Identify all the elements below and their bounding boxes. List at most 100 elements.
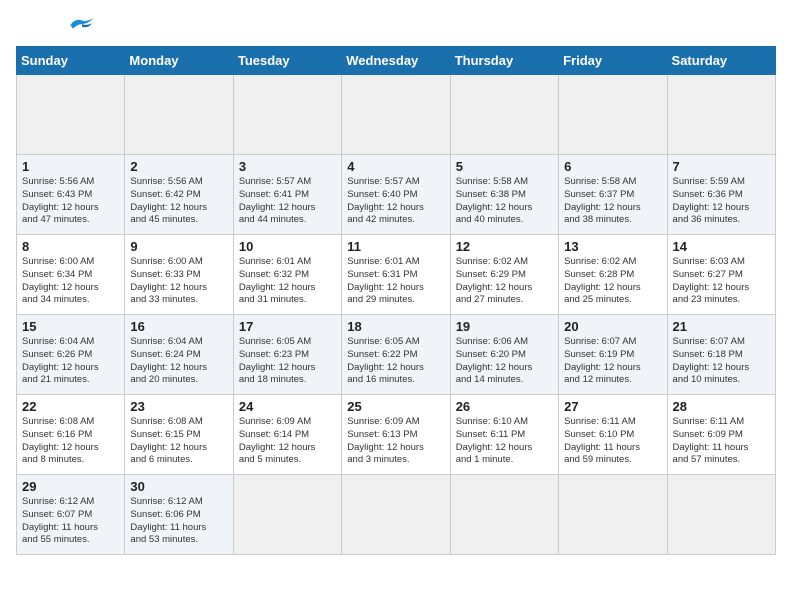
day-number: 30 xyxy=(130,479,227,494)
day-info: Sunrise: 6:04 AM Sunset: 6:24 PM Dayligh… xyxy=(130,336,227,387)
calendar-cell: 5 Sunrise: 5:58 AM Sunset: 6:38 PM Daylig… xyxy=(450,155,558,235)
logo-bird-icon xyxy=(68,16,96,34)
calendar-cell: 7 Sunrise: 5:59 AM Sunset: 6:36 PM Daylig… xyxy=(667,155,775,235)
day-number: 6 xyxy=(564,159,661,174)
day-number: 11 xyxy=(347,239,444,254)
day-number: 21 xyxy=(673,319,770,334)
calendar-cell xyxy=(559,75,667,155)
day-number: 28 xyxy=(673,399,770,414)
weekday-header-wednesday: Wednesday xyxy=(342,47,450,75)
calendar-cell xyxy=(342,475,450,555)
calendar-cell xyxy=(667,75,775,155)
calendar-cell xyxy=(667,475,775,555)
calendar-cell: 15Sunrise: 6:04 AM Sunset: 6:26 PM Dayli… xyxy=(17,315,125,395)
day-info: Sunrise: 5:58 AM Sunset: 6:37 PM Dayligh… xyxy=(564,176,661,227)
day-info: Sunrise: 6:12 AM Sunset: 6:07 PM Dayligh… xyxy=(22,496,119,547)
day-number: 25 xyxy=(347,399,444,414)
calendar-cell: 12 Sunrise: 6:02 AM Sunset: 6:29 PM Dayli… xyxy=(450,235,558,315)
day-number: 3 xyxy=(239,159,336,174)
calendar-cell: 1Sunrise: 5:56 AM Sunset: 6:43 PM Daylig… xyxy=(17,155,125,235)
day-number: 14 xyxy=(673,239,770,254)
calendar-cell: 30Sunrise: 6:12 AM Sunset: 6:06 PM Dayli… xyxy=(125,475,233,555)
weekday-header-thursday: Thursday xyxy=(450,47,558,75)
day-info: Sunrise: 6:06 AM Sunset: 6:20 PM Dayligh… xyxy=(456,336,553,387)
calendar-cell: 21 Sunrise: 6:07 AM Sunset: 6:18 PM Dayli… xyxy=(667,315,775,395)
calendar-cell: 29 Sunrise: 6:12 AM Sunset: 6:07 PM Dayli… xyxy=(17,475,125,555)
day-number: 12 xyxy=(456,239,553,254)
logo xyxy=(16,16,96,38)
day-number: 18 xyxy=(347,319,444,334)
day-info: Sunrise: 5:57 AM Sunset: 6:40 PM Dayligh… xyxy=(347,176,444,227)
day-info: Sunrise: 5:57 AM Sunset: 6:41 PM Dayligh… xyxy=(239,176,336,227)
day-number: 15 xyxy=(22,319,119,334)
day-info: Sunrise: 6:10 AM Sunset: 6:11 PM Dayligh… xyxy=(456,416,553,467)
day-info: Sunrise: 6:11 AM Sunset: 6:10 PM Dayligh… xyxy=(564,416,661,467)
day-info: Sunrise: 6:07 AM Sunset: 6:18 PM Dayligh… xyxy=(673,336,770,387)
calendar-cell: 9Sunrise: 6:00 AM Sunset: 6:33 PM Daylig… xyxy=(125,235,233,315)
day-info: Sunrise: 6:08 AM Sunset: 6:15 PM Dayligh… xyxy=(130,416,227,467)
calendar-cell xyxy=(233,475,341,555)
calendar-cell: 13Sunrise: 6:02 AM Sunset: 6:28 PM Dayli… xyxy=(559,235,667,315)
day-info: Sunrise: 6:09 AM Sunset: 6:14 PM Dayligh… xyxy=(239,416,336,467)
calendar-cell: 6 Sunrise: 5:58 AM Sunset: 6:37 PM Daylig… xyxy=(559,155,667,235)
day-number: 20 xyxy=(564,319,661,334)
day-info: Sunrise: 6:02 AM Sunset: 6:28 PM Dayligh… xyxy=(564,256,661,307)
calendar-cell: 2 Sunrise: 5:56 AM Sunset: 6:42 PM Daylig… xyxy=(125,155,233,235)
day-number: 4 xyxy=(347,159,444,174)
calendar-cell: 16 Sunrise: 6:04 AM Sunset: 6:24 PM Dayli… xyxy=(125,315,233,395)
calendar-cell: 14 Sunrise: 6:03 AM Sunset: 6:27 PM Dayli… xyxy=(667,235,775,315)
calendar-cell: 18 Sunrise: 6:05 AM Sunset: 6:22 PM Dayli… xyxy=(342,315,450,395)
calendar-cell: 26 Sunrise: 6:10 AM Sunset: 6:11 PM Dayli… xyxy=(450,395,558,475)
day-number: 8 xyxy=(22,239,119,254)
calendar-cell: 28 Sunrise: 6:11 AM Sunset: 6:09 PM Dayli… xyxy=(667,395,775,475)
calendar-cell: 20 Sunrise: 6:07 AM Sunset: 6:19 PM Dayli… xyxy=(559,315,667,395)
day-info: Sunrise: 6:08 AM Sunset: 6:16 PM Dayligh… xyxy=(22,416,119,467)
calendar-cell xyxy=(342,75,450,155)
calendar-cell xyxy=(17,75,125,155)
day-info: Sunrise: 5:59 AM Sunset: 6:36 PM Dayligh… xyxy=(673,176,770,227)
day-info: Sunrise: 6:01 AM Sunset: 6:32 PM Dayligh… xyxy=(239,256,336,307)
day-number: 19 xyxy=(456,319,553,334)
calendar-cell xyxy=(233,75,341,155)
day-number: 5 xyxy=(456,159,553,174)
calendar-cell: 17 Sunrise: 6:05 AM Sunset: 6:23 PM Dayli… xyxy=(233,315,341,395)
day-number: 29 xyxy=(22,479,119,494)
calendar-cell xyxy=(450,75,558,155)
day-number: 10 xyxy=(239,239,336,254)
day-number: 9 xyxy=(130,239,227,254)
day-number: 17 xyxy=(239,319,336,334)
day-info: Sunrise: 6:07 AM Sunset: 6:19 PM Dayligh… xyxy=(564,336,661,387)
weekday-header-tuesday: Tuesday xyxy=(233,47,341,75)
calendar-cell xyxy=(450,475,558,555)
calendar-cell: 25 Sunrise: 6:09 AM Sunset: 6:13 PM Dayli… xyxy=(342,395,450,475)
calendar-cell: 4 Sunrise: 5:57 AM Sunset: 6:40 PM Daylig… xyxy=(342,155,450,235)
calendar-cell: 11 Sunrise: 6:01 AM Sunset: 6:31 PM Dayli… xyxy=(342,235,450,315)
day-info: Sunrise: 6:05 AM Sunset: 6:23 PM Dayligh… xyxy=(239,336,336,387)
calendar-cell: 23 Sunrise: 6:08 AM Sunset: 6:15 PM Dayli… xyxy=(125,395,233,475)
day-info: Sunrise: 6:05 AM Sunset: 6:22 PM Dayligh… xyxy=(347,336,444,387)
day-number: 26 xyxy=(456,399,553,414)
day-info: Sunrise: 6:09 AM Sunset: 6:13 PM Dayligh… xyxy=(347,416,444,467)
weekday-header-sunday: Sunday xyxy=(17,47,125,75)
day-info: Sunrise: 6:11 AM Sunset: 6:09 PM Dayligh… xyxy=(673,416,770,467)
day-number: 24 xyxy=(239,399,336,414)
calendar-cell: 22 Sunrise: 6:08 AM Sunset: 6:16 PM Dayli… xyxy=(17,395,125,475)
day-info: Sunrise: 6:03 AM Sunset: 6:27 PM Dayligh… xyxy=(673,256,770,307)
calendar-cell: 8Sunrise: 6:00 AM Sunset: 6:34 PM Daylig… xyxy=(17,235,125,315)
day-number: 16 xyxy=(130,319,227,334)
weekday-header-monday: Monday xyxy=(125,47,233,75)
day-info: Sunrise: 5:58 AM Sunset: 6:38 PM Dayligh… xyxy=(456,176,553,227)
calendar-cell xyxy=(125,75,233,155)
day-info: Sunrise: 6:02 AM Sunset: 6:29 PM Dayligh… xyxy=(456,256,553,307)
calendar-cell: 19 Sunrise: 6:06 AM Sunset: 6:20 PM Dayli… xyxy=(450,315,558,395)
day-info: Sunrise: 6:01 AM Sunset: 6:31 PM Dayligh… xyxy=(347,256,444,307)
calendar-cell: 3 Sunrise: 5:57 AM Sunset: 6:41 PM Daylig… xyxy=(233,155,341,235)
weekday-header-friday: Friday xyxy=(559,47,667,75)
calendar-cell xyxy=(559,475,667,555)
day-number: 23 xyxy=(130,399,227,414)
day-number: 22 xyxy=(22,399,119,414)
day-number: 7 xyxy=(673,159,770,174)
day-number: 2 xyxy=(130,159,227,174)
day-info: Sunrise: 5:56 AM Sunset: 6:42 PM Dayligh… xyxy=(130,176,227,227)
calendar-table: SundayMondayTuesdayWednesdayThursdayFrid… xyxy=(16,46,776,555)
